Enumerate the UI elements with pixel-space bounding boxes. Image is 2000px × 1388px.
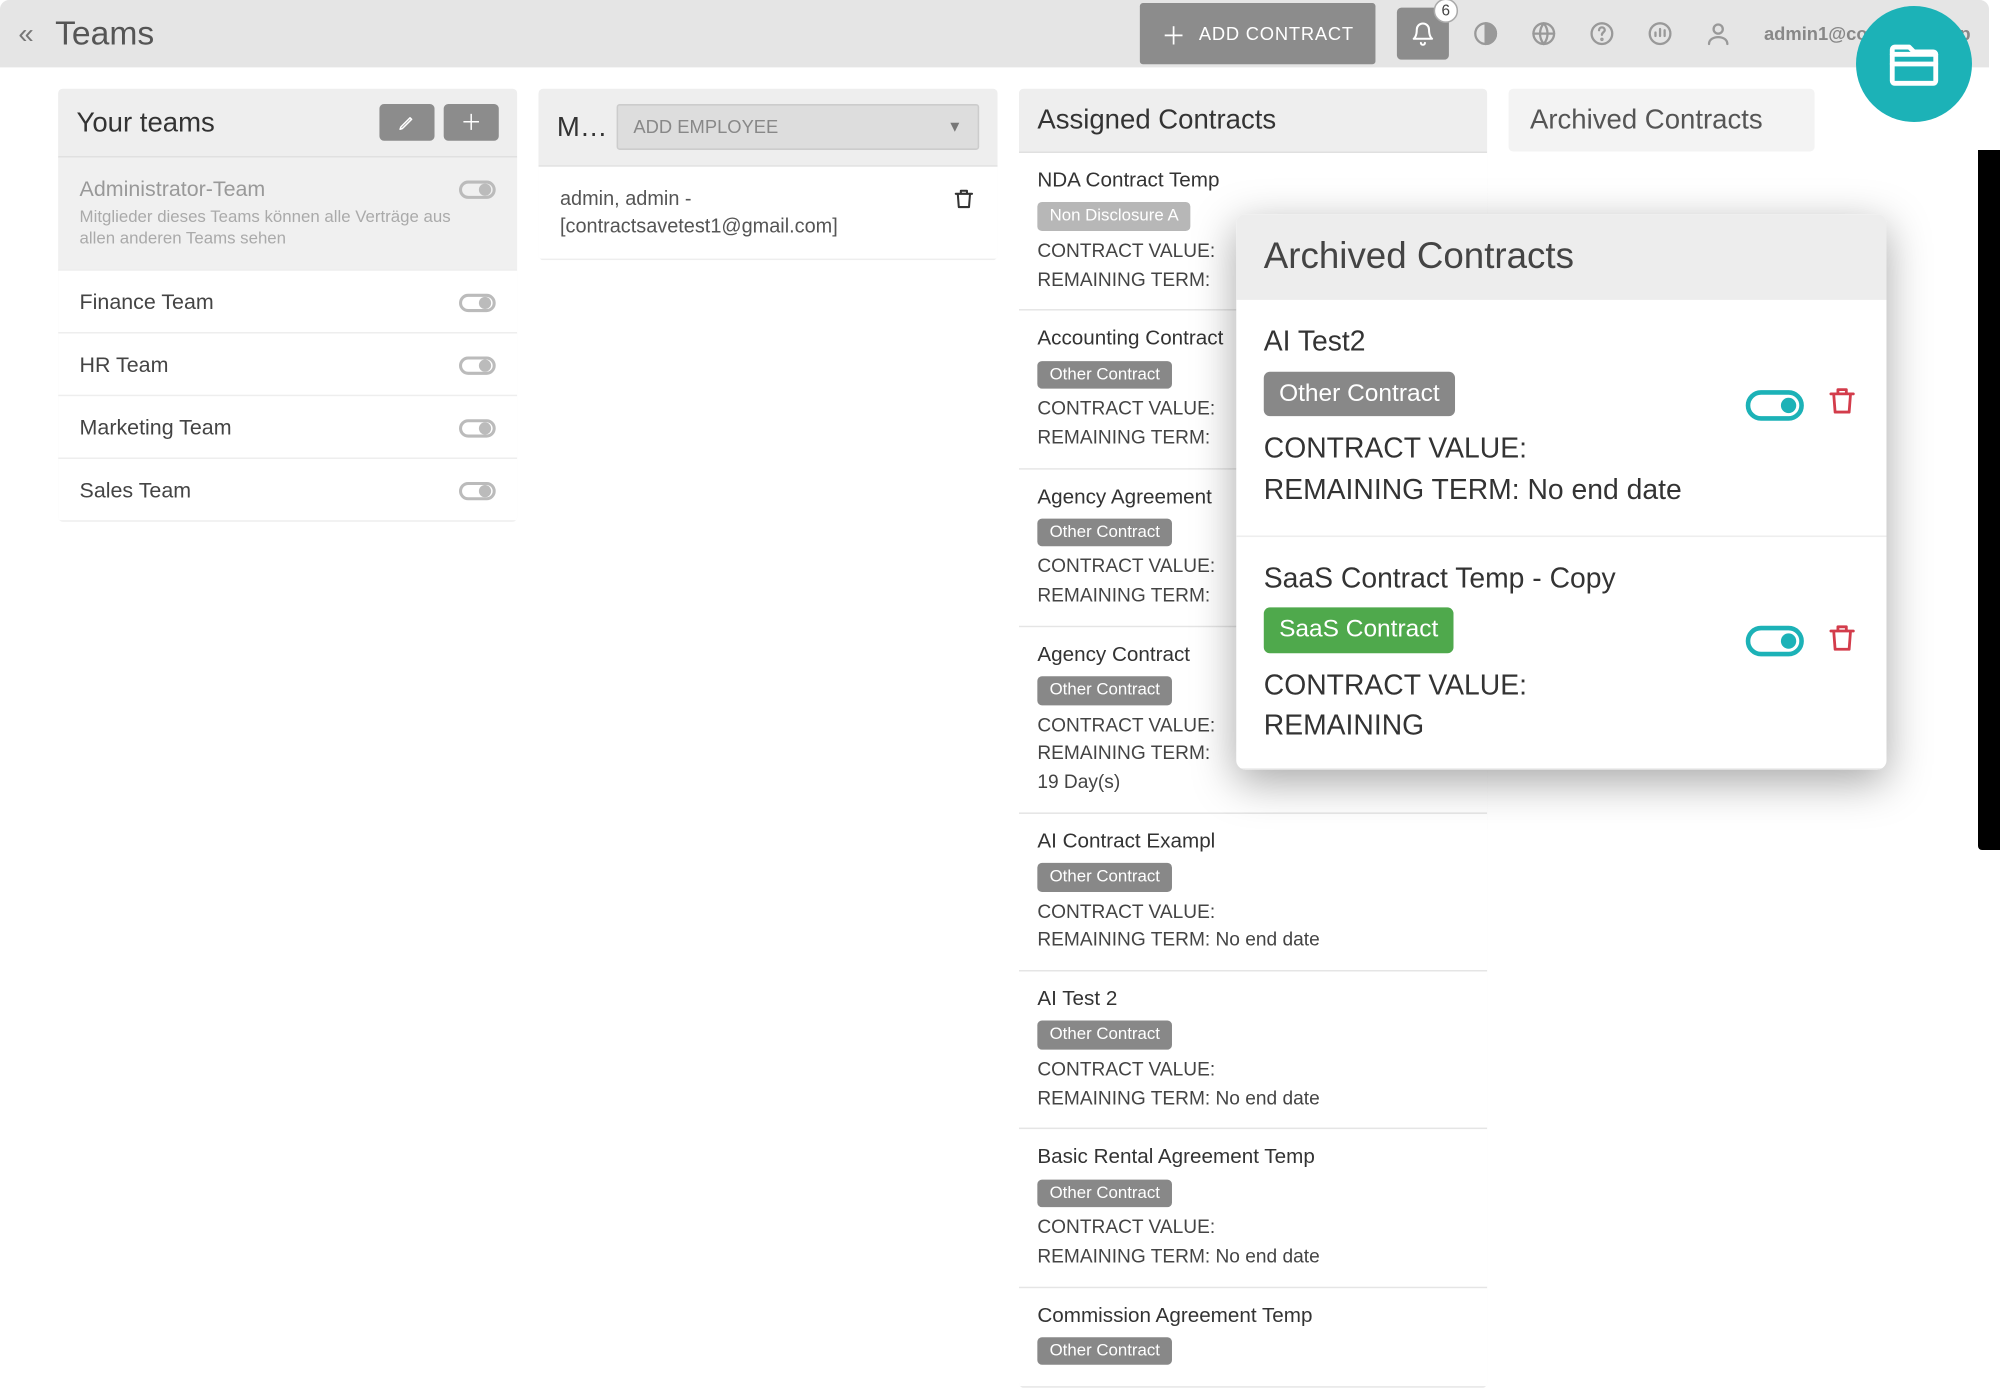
remove-member-button[interactable] <box>952 185 976 213</box>
archived-contract-card[interactable]: SaaS Contract Temp - Copy SaaS Contract … <box>1236 536 1886 769</box>
assigned-contract-card[interactable]: AI Contract Exampl Other Contract CONTRACT… <box>1019 814 1487 972</box>
back-chevrons-icon[interactable]: « <box>18 18 33 50</box>
popup-title: Archived Contracts <box>1236 214 1886 300</box>
contract-term-label: REMAINING TERM: No end date <box>1264 469 1728 510</box>
add-contract-label: ADD CONTRACT <box>1199 23 1354 44</box>
add-employee-dropdown[interactable]: ADD EMPLOYEE ▼ <box>617 104 980 150</box>
team-item-hr[interactable]: HR Team <box>58 333 517 396</box>
contract-value-label: CONTRACT VALUE: <box>1037 897 1468 926</box>
team-item-marketing[interactable]: Marketing Team <box>58 396 517 459</box>
team-item-sales[interactable]: Sales Team <box>58 458 517 521</box>
team-toggle[interactable] <box>459 356 496 374</box>
folder-archive-icon <box>1885 35 1943 93</box>
assigned-contract-card[interactable]: Commission Agreement Temp Other Contract <box>1019 1287 1487 1388</box>
trash-icon <box>952 185 976 213</box>
contract-tag: Other Contract <box>1037 863 1172 891</box>
contract-title: AI Contract Exampl <box>1037 826 1468 857</box>
contract-value-label: CONTRACT VALUE: <box>1264 428 1728 469</box>
contract-tag: SaaS Contract <box>1264 608 1454 653</box>
archive-toggle[interactable] <box>1746 389 1804 420</box>
contract-tag: Other Contract <box>1037 518 1172 546</box>
archived-contract-card[interactable]: AI Test2 Other Contract CONTRACT VALUE: … <box>1236 300 1886 537</box>
teams-column-title: Your teams <box>77 106 371 138</box>
contrast-icon[interactable] <box>1464 12 1507 55</box>
contract-term-label: REMAINING TERM: No end date <box>1037 926 1468 955</box>
contract-tag: Other Contract <box>1037 360 1172 388</box>
notifications-button[interactable]: 6 <box>1397 8 1449 60</box>
contract-title: Commission Agreement Temp <box>1037 1300 1468 1331</box>
archive-fab[interactable] <box>1856 6 1972 122</box>
contract-value-label: CONTRACT VALUE: <box>1037 1055 1468 1084</box>
archived-contracts-popup: Archived Contracts AI Test2 Other Contra… <box>1236 214 1886 769</box>
contract-tag: Non Disclosure A <box>1037 202 1191 230</box>
team-toggle[interactable] <box>459 181 496 199</box>
caret-down-icon: ▼ <box>947 119 962 136</box>
assigned-column-title: Assigned Contracts <box>1037 104 1468 136</box>
add-team-button[interactable]: ＋ <box>444 104 499 141</box>
add-contract-button[interactable]: ＋ ADD CONTRACT <box>1140 3 1375 64</box>
plus-icon: ＋ <box>461 107 482 138</box>
members-column-title: M… <box>557 111 607 143</box>
archived-column-title-bg: Archived Contracts <box>1509 89 1815 152</box>
team-toggle[interactable] <box>459 293 496 311</box>
add-employee-placeholder: ADD EMPLOYEE <box>633 116 778 137</box>
delete-contract-button[interactable] <box>1825 383 1859 427</box>
pencil-icon <box>398 113 416 131</box>
trash-icon <box>1825 383 1859 420</box>
contract-tag: Other Contract <box>1037 1337 1172 1365</box>
contract-tag: Other Contract <box>1037 1179 1172 1207</box>
trash-icon <box>1825 619 1859 656</box>
team-toggle[interactable] <box>459 419 496 437</box>
topbar: « Teams ＋ ADD CONTRACT 6 <box>0 0 1989 67</box>
contract-title: AI Test 2 <box>1037 984 1468 1015</box>
member-row[interactable]: admin, admin - [contractsavetest1@gmail.… <box>539 167 998 261</box>
contract-term-label: REMAINING <box>1264 706 1728 747</box>
assigned-contract-card[interactable]: AI Test 2 Other Contract CONTRACT VALUE:RE… <box>1019 972 1487 1130</box>
chart-icon[interactable] <box>1638 12 1681 55</box>
team-desc: Mitglieder dieses Teams können alle Vert… <box>80 207 459 251</box>
notification-badge: 6 <box>1433 0 1457 23</box>
edit-teams-button[interactable] <box>379 104 434 141</box>
team-item-finance[interactable]: Finance Team <box>58 270 517 333</box>
contract-value-label: CONTRACT VALUE: <box>1037 1213 1468 1242</box>
contract-title: AI Test2 <box>1264 321 1728 362</box>
contract-term-label: REMAINING TERM: No end date <box>1037 1242 1468 1271</box>
contract-tag: Other Contract <box>1037 676 1172 704</box>
team-name: Administrator-Team <box>80 176 459 200</box>
decorative-edge <box>1978 150 2000 850</box>
team-toggle[interactable] <box>459 481 496 499</box>
members-column: M… ADD EMPLOYEE ▼ admin, admin - [contra… <box>539 89 998 261</box>
delete-contract-button[interactable] <box>1825 619 1859 663</box>
teams-column: Your teams ＋ Administrator-Team Mitglied… <box>58 89 517 521</box>
contract-title: Basic Rental Agreement Temp <box>1037 1142 1468 1173</box>
plus-icon: ＋ <box>1161 15 1186 52</box>
contract-title: NDA Contract Temp <box>1037 165 1468 196</box>
assigned-contract-card[interactable]: Basic Rental Agreement Temp Other Contrac… <box>1019 1130 1487 1288</box>
contract-tag: Other Contract <box>1037 1021 1172 1049</box>
globe-icon[interactable] <box>1522 12 1565 55</box>
bell-icon <box>1411 21 1435 45</box>
member-label: admin, admin - [contractsavetest1@gmail.… <box>560 185 838 241</box>
contract-title: SaaS Contract Temp - Copy <box>1264 558 1728 599</box>
contract-tag: Other Contract <box>1264 372 1455 417</box>
page-title: Teams <box>55 14 154 54</box>
help-icon[interactable] <box>1580 12 1623 55</box>
archived-contracts-column-bg: Archived Contracts <box>1509 89 1815 152</box>
contract-value-label: CONTRACT VALUE: <box>1264 665 1728 706</box>
contract-term-label: REMAINING TERM: No end date <box>1037 1084 1468 1113</box>
archive-toggle[interactable] <box>1746 626 1804 657</box>
team-item-administrator[interactable]: Administrator-Team Mitglieder dieses Tea… <box>58 158 517 271</box>
user-icon[interactable] <box>1697 12 1740 55</box>
